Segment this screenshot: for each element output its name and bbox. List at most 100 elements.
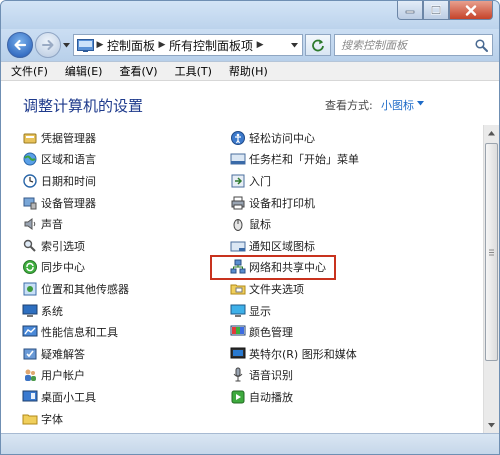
users-icon: [22, 367, 38, 383]
control-panel-item-label[interactable]: 通知区域图标: [249, 238, 315, 254]
scroll-down-button[interactable]: [484, 417, 499, 433]
microphone-icon: [230, 367, 246, 383]
control-panel-item-label[interactable]: 位置和其他传感器: [41, 281, 129, 297]
control-panel-item-right-4[interactable]: 鼠标: [230, 213, 359, 235]
control-panel-item-right-0[interactable]: 轻松访问中心: [230, 127, 359, 149]
folder-icon: [22, 411, 38, 427]
control-panel-window: ▶ 控制面板 ▶ 所有控制面板项 ▶ 文件(F) 编辑(E) 查看(V) 工具(…: [0, 0, 500, 455]
control-panel-item-right-3[interactable]: 设备和打印机: [230, 192, 359, 214]
control-panel-item-label[interactable]: 索引选项: [41, 238, 85, 254]
control-panel-item-right-12[interactable]: 自动播放: [230, 386, 359, 408]
system-icon: [22, 303, 38, 319]
control-panel-item-label[interactable]: 英特尔(R) 图形和媒体: [249, 346, 357, 362]
control-panel-item-label[interactable]: 鼠标: [249, 216, 271, 232]
menu-edit[interactable]: 编辑(E): [65, 63, 103, 79]
refresh-button[interactable]: [305, 34, 331, 56]
control-panel-item-right-11[interactable]: 语音识别: [230, 365, 359, 387]
menu-file[interactable]: 文件(F): [11, 63, 48, 79]
scroll-up-button[interactable]: [484, 125, 499, 141]
recent-pages-dropdown[interactable]: [62, 40, 70, 50]
view-by-dropdown[interactable]: 小图标: [381, 97, 414, 113]
control-panel-item-label[interactable]: 字体: [41, 411, 63, 427]
control-panel-item-label[interactable]: 显示: [249, 303, 271, 319]
control-panel-item-label[interactable]: 设备管理器: [41, 195, 96, 211]
control-panel-item-right-1[interactable]: 任务栏和「开始」菜单: [230, 149, 359, 171]
sensor-icon: [22, 281, 38, 297]
control-panel-item-label[interactable]: 轻松访问中心: [249, 130, 315, 146]
control-panel-item-label[interactable]: 文件夹选项: [249, 281, 304, 297]
control-panel-item-label[interactable]: 设备和打印机: [249, 195, 315, 211]
close-button[interactable]: [449, 1, 493, 20]
control-panel-item-left-5[interactable]: 索引选项: [22, 235, 129, 257]
maximize-icon: [431, 5, 441, 15]
control-panel-item-label[interactable]: 颜色管理: [249, 324, 293, 340]
control-panel-item-right-10[interactable]: 英特尔(R) 图形和媒体: [230, 343, 359, 365]
intel-graphics-icon: [230, 346, 246, 362]
search-input[interactable]: [335, 36, 470, 54]
back-button[interactable]: [7, 32, 33, 58]
control-panel-item-label[interactable]: 系统: [41, 303, 63, 319]
control-panel-item-label[interactable]: 入门: [249, 173, 271, 189]
breadcrumb-separator[interactable]: ▶: [255, 40, 265, 50]
control-panel-item-label[interactable]: 桌面小工具: [41, 389, 96, 405]
control-panel-item-label[interactable]: 任务栏和「开始」菜单: [249, 151, 359, 167]
scrollbar-thumb[interactable]: [485, 143, 498, 361]
control-panel-item-right-5[interactable]: 通知区域图标: [230, 235, 359, 257]
control-panel-item-label[interactable]: 声音: [41, 216, 63, 232]
search-box[interactable]: [334, 34, 493, 56]
address-bar[interactable]: ▶ 控制面板 ▶ 所有控制面板项 ▶: [73, 34, 303, 56]
breadcrumb-separator[interactable]: ▶: [157, 40, 167, 50]
control-panel-item-label[interactable]: 凭据管理器: [41, 130, 96, 146]
menu-view[interactable]: 查看(V): [119, 63, 157, 79]
title-bar: [1, 1, 499, 29]
menu-tools[interactable]: 工具(T): [175, 63, 212, 79]
control-panel-item-label[interactable]: 同步中心: [41, 259, 85, 275]
control-panel-item-right-8[interactable]: 显示: [230, 300, 359, 322]
address-dropdown[interactable]: [289, 40, 299, 50]
control-panel-item-label[interactable]: 用户帐户: [41, 367, 85, 383]
control-panel-item-left-4[interactable]: 声音: [22, 213, 129, 235]
close-icon: [465, 4, 477, 16]
control-panel-item-left-9[interactable]: 性能信息和工具: [22, 321, 129, 343]
control-panel-item-label[interactable]: 日期和时间: [41, 173, 96, 189]
forward-button[interactable]: [35, 32, 61, 58]
control-panel-item-left-2[interactable]: 日期和时间: [22, 170, 129, 192]
control-panel-item-label[interactable]: 疑难解答: [41, 346, 85, 362]
control-panel-item-left-0[interactable]: 凭据管理器: [22, 127, 129, 149]
caption-buttons: [397, 1, 493, 21]
content-area: 调整计算机的设置 查看方式: 小图标 凭据管理器 区域和语言 日期和时间 设备管理器声…: [1, 81, 499, 433]
menu-help[interactable]: 帮助(H): [229, 63, 268, 79]
grip-icon: [489, 249, 494, 255]
color-icon: [230, 324, 246, 340]
control-panel-item-right-9[interactable]: 颜色管理: [230, 321, 359, 343]
control-panel-item-left-3[interactable]: 设备管理器: [22, 192, 129, 214]
control-panel-item-label[interactable]: 自动播放: [249, 389, 293, 405]
search-icon[interactable]: [475, 39, 488, 52]
control-panel-item-left-8[interactable]: 系统: [22, 300, 129, 322]
chevron-up-icon: [488, 130, 495, 135]
control-panel-item-label[interactable]: 区域和语言: [41, 151, 96, 167]
breadcrumb-control-panel[interactable]: 控制面板: [105, 37, 157, 54]
sync-icon: [22, 259, 38, 275]
control-panel-item-left-1[interactable]: 区域和语言: [22, 149, 129, 171]
minimize-button[interactable]: [397, 1, 423, 20]
maximize-button[interactable]: [423, 1, 449, 20]
control-panel-item-left-10[interactable]: 疑难解答: [22, 343, 129, 365]
control-panel-item-left-11[interactable]: 用户帐户: [22, 365, 129, 387]
control-panel-item-right-2[interactable]: 入门: [230, 170, 359, 192]
control-panel-item-label[interactable]: 性能信息和工具: [41, 324, 118, 340]
troubleshoot-icon: [22, 346, 38, 362]
chevron-down-icon: [488, 422, 495, 427]
control-panel-item-label[interactable]: 语音识别: [249, 367, 293, 383]
status-bar: [1, 433, 499, 454]
chevron-down-icon[interactable]: [417, 101, 424, 106]
control-panel-item-left-12[interactable]: 桌面小工具: [22, 386, 129, 408]
vertical-scrollbar[interactable]: [483, 125, 499, 433]
control-panel-item-left-6[interactable]: 同步中心: [22, 257, 129, 279]
control-panel-item-left-7[interactable]: 位置和其他传感器: [22, 278, 129, 300]
breadcrumb-separator[interactable]: ▶: [95, 40, 105, 50]
device-manager-icon: [22, 195, 38, 211]
control-panel-item-right-7[interactable]: 文件夹选项: [230, 278, 359, 300]
control-panel-item-left-13[interactable]: 字体: [22, 408, 129, 430]
breadcrumb-all-items[interactable]: 所有控制面板项: [167, 37, 255, 54]
